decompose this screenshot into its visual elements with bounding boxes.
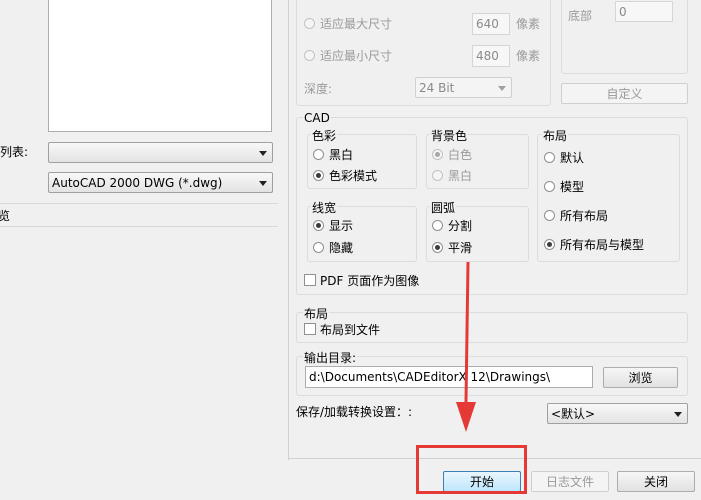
annotation-overlay xyxy=(416,261,527,494)
annotation-arrow xyxy=(456,261,476,432)
annotation-highlight-box xyxy=(416,445,527,494)
